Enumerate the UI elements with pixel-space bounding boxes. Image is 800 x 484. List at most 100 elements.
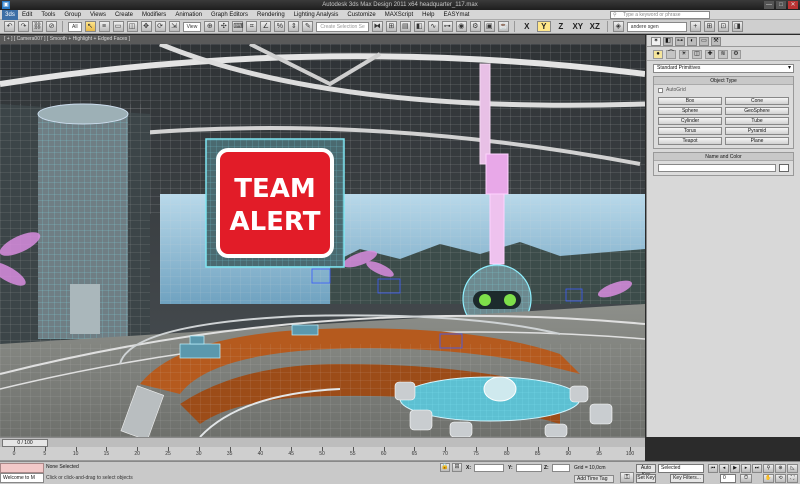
- select-layer-icon[interactable]: ⊡: [717, 21, 729, 32]
- maximize-button[interactable]: □: [776, 1, 786, 9]
- menu-lighting-analysis[interactable]: Lighting Analysis: [294, 12, 339, 18]
- percent-snap-icon[interactable]: %: [274, 21, 286, 32]
- layer-dropdown[interactable]: andere sgen: [626, 21, 687, 32]
- graphite-icon[interactable]: ◧: [413, 21, 425, 32]
- axis-y-button[interactable]: Y: [536, 21, 551, 32]
- object-color-swatch[interactable]: [779, 164, 789, 172]
- maxscript-listener-input[interactable]: [0, 463, 44, 473]
- hierarchy-tab-icon[interactable]: ⊶: [675, 37, 685, 46]
- menu-help[interactable]: Help: [422, 12, 434, 18]
- absolute-mode-icon[interactable]: ⊞: [452, 463, 462, 472]
- track-bar[interactable]: 0 5 10 15 20 25 30 35 40 45 50 55 60 65 70 75 80 85 90 95 10…: [0, 447, 645, 461]
- menu-easymat[interactable]: EASYmat: [443, 12, 469, 18]
- go-to-start-icon[interactable]: ⏮: [708, 464, 718, 473]
- mirror-icon[interactable]: ⧓: [371, 21, 383, 32]
- torus-button[interactable]: Torus: [658, 127, 722, 135]
- lights-icon[interactable]: ☀: [679, 50, 689, 59]
- utilities-tab-icon[interactable]: ⚒: [711, 37, 721, 46]
- axis-z-button[interactable]: Z: [554, 22, 568, 31]
- layer-icon[interactable]: ◈: [612, 21, 624, 32]
- key-mode-dropdown[interactable]: Selected: [658, 464, 704, 473]
- named-selection-icon[interactable]: ✎: [302, 21, 314, 32]
- layer-manager-icon[interactable]: ▤: [399, 21, 411, 32]
- unlink-icon[interactable]: ⊘: [46, 21, 57, 32]
- object-type-header[interactable]: Object Type: [654, 77, 793, 85]
- geosphere-button[interactable]: GeoSphere: [725, 107, 789, 115]
- scale-icon[interactable]: ⇲: [168, 21, 180, 32]
- snap-icon[interactable]: ⌗: [246, 21, 258, 32]
- undo-icon[interactable]: ↶: [4, 21, 15, 32]
- menu-create[interactable]: Create: [115, 12, 133, 18]
- set-current-layer-icon[interactable]: ◨: [731, 21, 743, 32]
- menu-views[interactable]: Views: [90, 12, 106, 18]
- rectangle-selection-icon[interactable]: ▭: [112, 21, 124, 32]
- align-icon[interactable]: ⊞: [385, 21, 397, 32]
- create-tab-icon[interactable]: ✶: [651, 37, 661, 46]
- set-key-button[interactable]: Set Key: [636, 474, 656, 483]
- geometry-icon[interactable]: ●: [653, 50, 663, 59]
- new-layer-icon[interactable]: +: [689, 21, 701, 32]
- next-frame-icon[interactable]: ▸: [741, 464, 751, 473]
- cone-button[interactable]: Cone: [725, 97, 789, 105]
- application-button[interactable]: 3ds: [2, 10, 18, 20]
- pivot-icon[interactable]: ⊕: [204, 21, 216, 32]
- y-coord-field[interactable]: [516, 464, 542, 472]
- modify-tab-icon[interactable]: ◧: [663, 37, 673, 46]
- minimize-button[interactable]: —: [764, 1, 774, 9]
- spacewarps-icon[interactable]: ≋: [718, 50, 728, 59]
- key-filters-button[interactable]: Key Filters...: [670, 474, 704, 483]
- menu-group[interactable]: Group: [64, 12, 81, 18]
- lock-selection-icon[interactable]: 🔒: [440, 463, 450, 472]
- helpers-icon[interactable]: ✚: [705, 50, 715, 59]
- axis-xz-button[interactable]: XZ: [588, 22, 602, 31]
- axis-xy-button[interactable]: XY: [571, 22, 585, 31]
- selection-filter-dropdown[interactable]: All: [68, 21, 82, 32]
- auto-key-button[interactable]: Auto Key: [636, 464, 656, 478]
- named-selection-set-dropdown[interactable]: Create Selection Se: [316, 21, 369, 32]
- menu-graph-editors[interactable]: Graph Editors: [211, 12, 248, 18]
- plane-button[interactable]: Plane: [725, 137, 789, 145]
- primitive-category-dropdown[interactable]: Standard Primitives: [653, 64, 794, 73]
- name-and-color-header[interactable]: Name and Color: [654, 153, 793, 161]
- select-object-icon[interactable]: ↖: [84, 21, 96, 32]
- cameras-icon[interactable]: ◫: [692, 50, 702, 59]
- render-production-icon[interactable]: ☕: [497, 21, 509, 32]
- curve-editor-icon[interactable]: ∿: [427, 21, 439, 32]
- reference-coordinate-dropdown[interactable]: View: [182, 21, 202, 32]
- shapes-icon[interactable]: ⌒: [666, 50, 676, 59]
- spinner-snap-icon[interactable]: ⇕: [288, 21, 300, 32]
- motion-tab-icon[interactable]: ◐: [687, 37, 697, 46]
- pan-icon[interactable]: ✋: [763, 474, 774, 483]
- time-slider[interactable]: 0 / 100: [2, 439, 48, 447]
- menu-maxscript[interactable]: MAXScript: [385, 12, 413, 18]
- render-setup-icon[interactable]: ⚙: [469, 21, 481, 32]
- rendered-frame-icon[interactable]: ▣: [483, 21, 495, 32]
- field-of-view-icon[interactable]: ◺: [787, 464, 798, 473]
- play-icon[interactable]: ▶: [730, 464, 740, 473]
- add-to-layer-icon[interactable]: ⊞: [703, 21, 715, 32]
- angle-snap-icon[interactable]: ∠: [260, 21, 272, 32]
- current-frame-field[interactable]: 0: [720, 474, 736, 483]
- menu-rendering[interactable]: Rendering: [257, 12, 285, 18]
- systems-icon[interactable]: ⚙: [731, 50, 741, 59]
- pyramid-button[interactable]: Pyramid: [725, 127, 789, 135]
- axis-x-button[interactable]: X: [520, 22, 534, 31]
- add-time-tag-button[interactable]: Add Time Tag: [574, 475, 614, 483]
- maxscript-output[interactable]: Welcome to M: [0, 473, 44, 483]
- window-crossing-icon[interactable]: ◫: [126, 21, 138, 32]
- z-coord-field[interactable]: [552, 464, 570, 472]
- select-by-name-icon[interactable]: ≡: [98, 21, 110, 32]
- menu-modifiers[interactable]: Modifiers: [142, 12, 166, 18]
- material-editor-icon[interactable]: ◉: [455, 21, 467, 32]
- menu-edit[interactable]: Edit: [22, 12, 32, 18]
- rotate-icon[interactable]: ⟳: [154, 21, 166, 32]
- viewport-label[interactable]: [ + ] [ Camera007 ] [ Smooth + Highlight…: [0, 35, 645, 44]
- tube-button[interactable]: Tube: [725, 117, 789, 125]
- schematic-view-icon[interactable]: ⊶: [441, 21, 453, 32]
- menu-animation[interactable]: Animation: [175, 12, 202, 18]
- autogrid-checkbox[interactable]: AutoGrid: [654, 85, 793, 95]
- set-key-icon[interactable]: ⚿: [620, 472, 634, 483]
- sphere-button[interactable]: Sphere: [658, 107, 722, 115]
- search-input[interactable]: ⚲ Type a keyword or phrase: [610, 11, 710, 19]
- maximize-viewport-icon[interactable]: ⛶: [787, 474, 798, 483]
